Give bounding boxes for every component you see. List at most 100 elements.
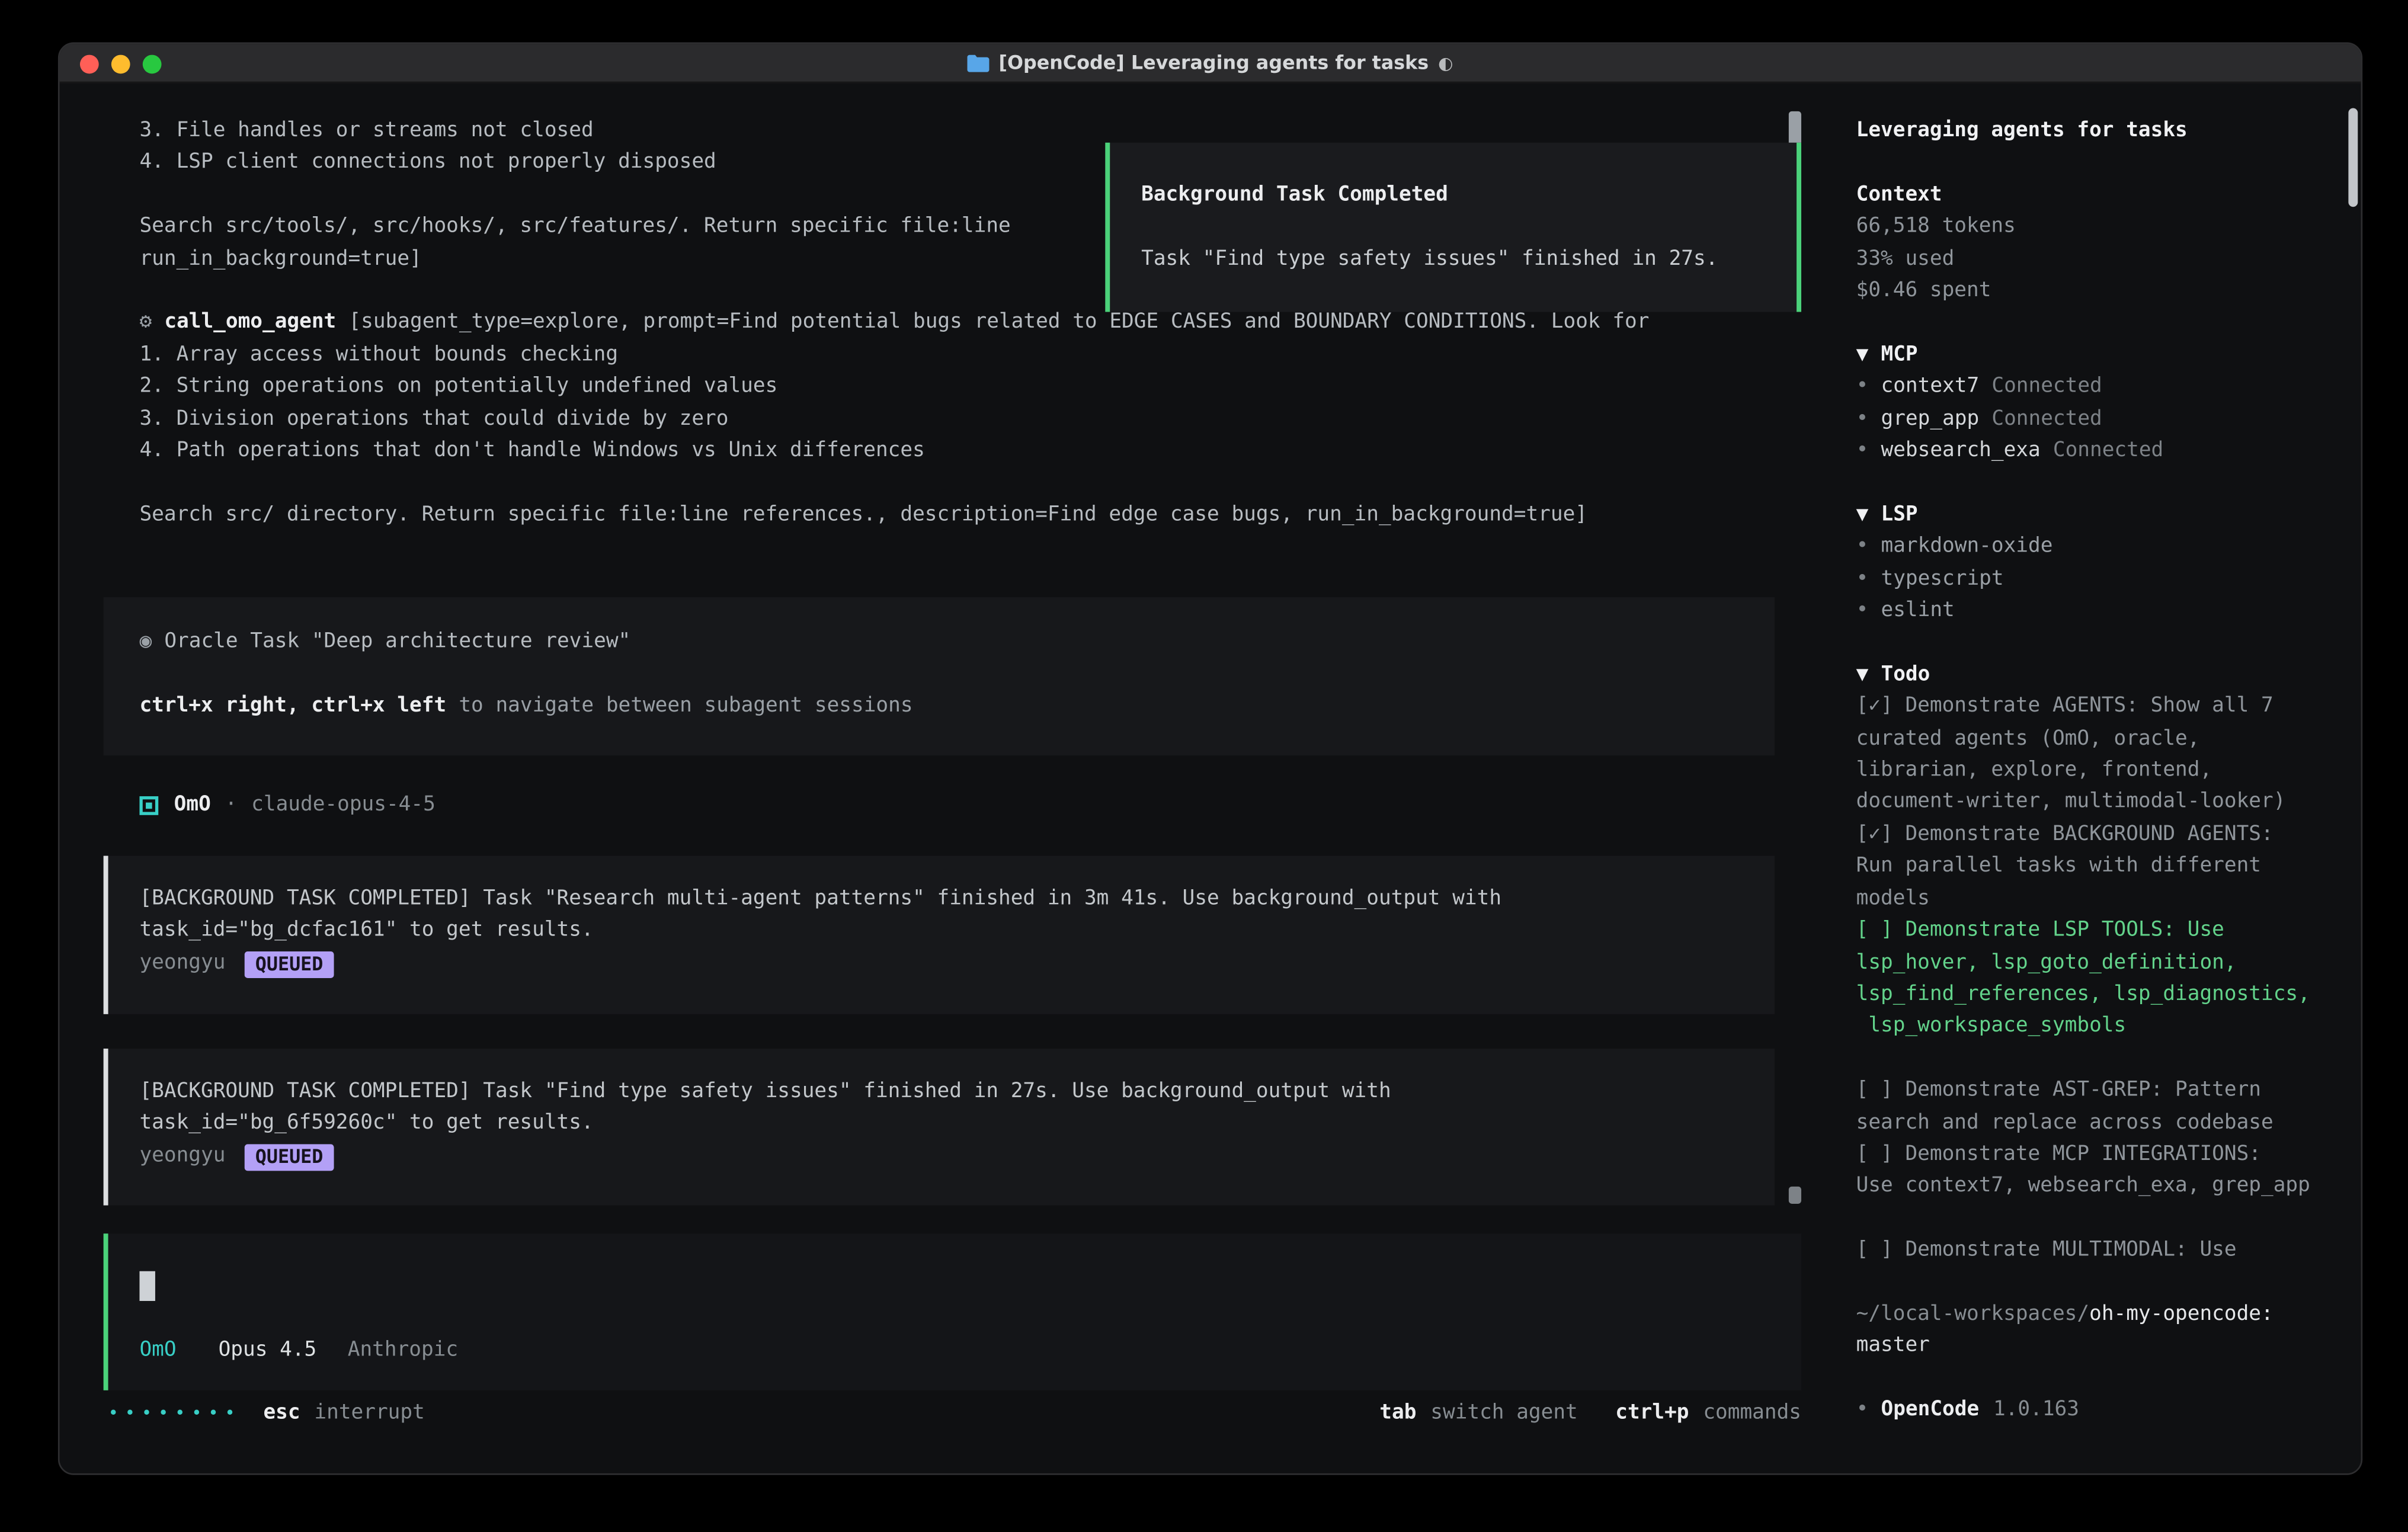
ctrlp-key-label: commands — [1703, 1398, 1801, 1430]
app-window: [OpenCode] Leveraging agents for tasks ◐… — [58, 42, 2362, 1475]
status-badge: QUEUED — [244, 1143, 334, 1170]
mcp-item: •context7Connected — [1856, 372, 2361, 404]
hint-keys: ctrl+x right, ctrl+x left — [139, 694, 446, 718]
traffic-lights — [80, 44, 162, 83]
task-text: [BACKGROUND TASK COMPLETED] Task "Resear… — [139, 884, 1775, 948]
agent-name: OmO — [174, 790, 211, 822]
esc-key-label: interrupt — [314, 1398, 424, 1430]
tool-call-args: [subagent_type=explore, prompt=Find pote… — [348, 311, 1649, 335]
mcp-heading: MCP — [1881, 343, 1918, 367]
task-message: [BACKGROUND TASK COMPLETED] Task "Resear… — [104, 856, 1775, 1014]
toast-title: Background Task Completed — [1141, 180, 1775, 212]
statusbar-right: tab switch agent ctrl+p commands — [1379, 1398, 1801, 1430]
tool-call-name: call_omo_agent — [164, 311, 336, 335]
todo-section: ▼ Todo [✓] Demonstrate AGENTS: Show all 7… — [1856, 659, 2361, 1267]
minimize-window-button[interactable] — [111, 54, 130, 73]
bullet-icon: • — [1856, 375, 1869, 399]
oracle-task-title: Oracle Task "Deep architecture review" — [164, 630, 630, 654]
context-used: 33% used — [1856, 244, 2361, 276]
list-scrollbar-thumb[interactable] — [1789, 1187, 1801, 1204]
prompt-input[interactable]: OmO Opus 4.5 Anthropic — [104, 1233, 1801, 1390]
titlebar: [OpenCode] Leveraging agents for tasks ◐ — [60, 44, 2361, 83]
workspace-branch: master — [1856, 1331, 2361, 1363]
chevron-down-icon: ▼ — [1856, 663, 1869, 687]
bullet-icon: • — [1856, 439, 1869, 463]
log-mid: 1. Array access without bounds checking … — [139, 340, 1804, 532]
bullet-icon: • — [1856, 567, 1869, 591]
todo-item-done: [✓] Demonstrate BACKGROUND AGENTS: Run p… — [1856, 819, 2361, 915]
close-window-button[interactable] — [80, 54, 99, 73]
mcp-item: •grep_appConnected — [1856, 404, 2361, 436]
separator-dot: · — [225, 790, 238, 822]
bullet-icon: • — [1856, 599, 1869, 623]
bullet-icon: • — [1856, 1395, 1869, 1427]
session-sidebar: Leveraging agents for tasks Context 66,5… — [1856, 116, 2361, 1427]
task-meta: yeongyu QUEUED — [139, 1141, 1775, 1173]
statusbar-left: •••••••• esc interrupt — [104, 1398, 425, 1430]
agent-square-icon — [139, 797, 158, 816]
tab-key-hint: tab — [1379, 1398, 1416, 1430]
input-meta: OmO Opus 4.5 Anthropic — [139, 1335, 458, 1367]
chevron-down-icon: ▼ — [1856, 343, 1869, 367]
subagent-nav-hint: ctrl+x right, ctrl+x left to navigate bet… — [139, 691, 1775, 723]
zoom-window-button[interactable] — [143, 54, 162, 73]
task-message: [BACKGROUND TASK COMPLETED] Task "Find t… — [104, 1049, 1775, 1206]
mcp-section: ▼ MCP •context7Connected •grep_appConnect… — [1856, 340, 2361, 468]
status-bar: •••••••• esc interrupt tab switch agent … — [104, 1398, 1801, 1430]
todo-item-pending: [ ] Demonstrate AST-GREP: Pattern search… — [1856, 1075, 2361, 1139]
session-title: Leveraging agents for tasks — [1856, 116, 2361, 148]
mcp-item: •websearch_exaConnected — [1856, 436, 2361, 468]
input-model: Opus 4.5 — [219, 1338, 317, 1361]
lsp-heading: LSP — [1881, 503, 1918, 527]
folder-icon — [968, 54, 990, 71]
tab-key-label: switch agent — [1430, 1398, 1577, 1430]
lsp-item: •typescript — [1856, 564, 2361, 596]
working-spinner-dots: •••••••• — [108, 1398, 242, 1430]
task-text: [BACKGROUND TASK COMPLETED] Task "Find t… — [139, 1077, 1775, 1141]
todo-item-pending: [ ] Demonstrate MCP INTEGRATIONS: Use co… — [1856, 1139, 2361, 1203]
todo-heading-row[interactable]: ▼ Todo — [1856, 659, 2361, 691]
timer-icon: ◐ — [1438, 53, 1453, 73]
chevron-down-icon: ▼ — [1856, 503, 1869, 527]
record-icon: ◉ — [139, 630, 152, 654]
oracle-task-panel: ◉Oracle Task "Deep architecture review" … — [104, 597, 1775, 755]
screen: [OpenCode] Leveraging agents for tasks ◐… — [0, 0, 2408, 1532]
workspace-path: ~/local-workspaces/oh-my-opencode: maste… — [1856, 1299, 2361, 1363]
agent-model: claude-opus-4-5 — [251, 790, 436, 822]
task-user: yeongyu — [139, 948, 225, 980]
context-tokens: 66,518 tokens — [1856, 212, 2361, 244]
context-section: Context 66,518 tokens 33% used $0.46 spe… — [1856, 180, 2361, 308]
app-name: OpenCode — [1881, 1395, 1980, 1427]
todo-item-active: [ ] Demonstrate LSP TOOLS: Use lsp_hover… — [1856, 915, 2361, 1043]
hint-text: to navigate between subagent sessions — [459, 694, 912, 718]
context-heading: Context — [1856, 180, 2361, 212]
todo-item-done: [✓] Demonstrate AGENTS: Show all 7 curat… — [1856, 691, 2361, 819]
agent-session-header: OmO · claude-opus-4-5 — [139, 790, 435, 822]
todo-item-pending: [ ] Demonstrate MULTIMODAL: Use — [1856, 1235, 2361, 1267]
sidebar-scrollbar-thumb[interactable] — [2348, 108, 2358, 207]
lsp-item: •markdown-oxide — [1856, 532, 2361, 564]
bullet-icon: • — [1856, 407, 1869, 431]
todo-heading: Todo — [1881, 663, 1930, 687]
lsp-item: •eslint — [1856, 596, 2361, 628]
window-title-group: [OpenCode] Leveraging agents for tasks ◐ — [968, 52, 1453, 73]
esc-key-hint: esc — [263, 1398, 300, 1430]
app-version: 1.0.163 — [1993, 1395, 2079, 1427]
input-agent: OmO — [139, 1338, 176, 1361]
main-scrollbar-thumb[interactable] — [1789, 111, 1801, 146]
workspace-path-line: ~/local-workspaces/oh-my-opencode: — [1856, 1299, 2361, 1331]
oracle-task-title-row: ◉ Oracle Task "Deep architecture review" — [139, 627, 1775, 659]
task-user: yeongyu — [139, 1141, 225, 1173]
background-task-toast: Background Task Completed Task "Find typ… — [1105, 143, 1801, 312]
status-badge: QUEUED — [244, 951, 334, 977]
window-title: [OpenCode] Leveraging agents for tasks — [999, 52, 1429, 73]
bullet-icon: • — [1856, 535, 1869, 559]
mcp-heading-row[interactable]: ▼ MCP — [1856, 340, 2361, 372]
gear-icon: ⚙ — [139, 311, 152, 335]
input-provider: Anthropic — [348, 1338, 458, 1361]
ctrlp-key-hint: ctrl+p — [1615, 1398, 1689, 1430]
lsp-heading-row[interactable]: ▼ LSP — [1856, 500, 2361, 532]
lsp-section: ▼ LSP •markdown-oxide •typescript •eslint — [1856, 500, 2361, 628]
toast-body: Task "Find type safety issues" finished … — [1141, 244, 1775, 276]
task-meta: yeongyu QUEUED — [139, 948, 1775, 980]
